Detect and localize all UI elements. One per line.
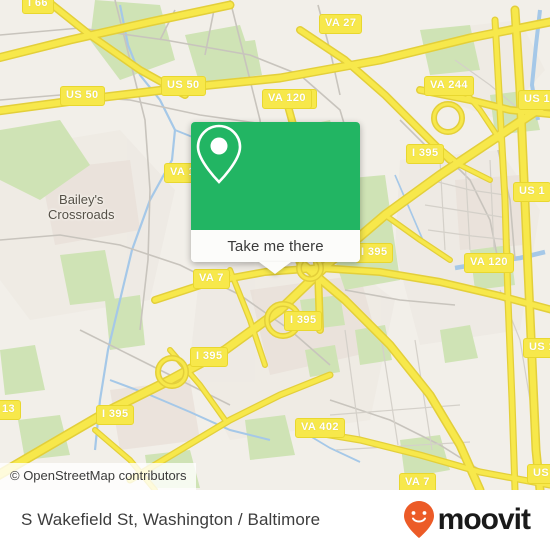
location-title: S Wakefield St, Washington / Baltimore (21, 510, 321, 529)
highway-shield: I 66 (22, 0, 54, 14)
highway-shield: I 395 (96, 405, 135, 425)
highway-shield: VA 120 (262, 89, 312, 109)
highway-shield: I 395 (284, 311, 323, 331)
place-label-line2: Crossroads (48, 207, 115, 222)
popup-action[interactable]: Take me there (191, 230, 360, 262)
highway-shield: US 1 (518, 90, 550, 110)
highway-shield: I 395 (406, 144, 445, 164)
take-me-there-label: Take me there (227, 237, 324, 255)
highway-shield: I 395 (355, 243, 394, 263)
location-popup[interactable]: Take me there (191, 122, 360, 274)
osm-attribution[interactable]: © OpenStreetMap contributors (0, 463, 196, 490)
highway-shield: VA 7 (399, 473, 436, 490)
popup-card[interactable]: Take me there (191, 122, 360, 262)
highway-shield: VA 27 (319, 14, 363, 34)
popup-tail-triangle (259, 262, 291, 274)
place-label-line1: Bailey's (59, 192, 104, 207)
moovit-map-page: Bailey's Crossroads I 66 US 50 US 50 VA 27 V… (0, 0, 550, 550)
highway-shield: I 395 (190, 347, 229, 367)
highway-shield: VA 7 (193, 269, 230, 289)
highway-shield: US 1 (523, 338, 550, 358)
map-canvas[interactable]: Bailey's Crossroads I 66 US 50 US 50 VA 27 V… (0, 0, 550, 490)
highway-shield: 13 (0, 400, 22, 420)
highway-shield: US 1 (527, 464, 550, 484)
highway-shield: US 50 (60, 86, 105, 106)
highway-shield: US 50 (161, 76, 206, 96)
highway-shield: VA 402 (295, 418, 345, 438)
place-label-baileys-crossroads: Bailey's Crossroads (48, 192, 114, 222)
popup-header (191, 122, 360, 230)
moovit-wordmark: moovit (437, 503, 531, 536)
moovit-logo[interactable]: moovit (402, 500, 531, 540)
footer-bar: S Wakefield St, Washington / Baltimore m… (0, 490, 550, 550)
highway-shield: US 1 (513, 182, 550, 202)
highway-shield: VA 244 (424, 76, 474, 96)
moovit-smiley-pin-icon (403, 501, 434, 538)
highway-shield: VA 120 (464, 253, 514, 273)
map-pin-icon (196, 124, 242, 184)
